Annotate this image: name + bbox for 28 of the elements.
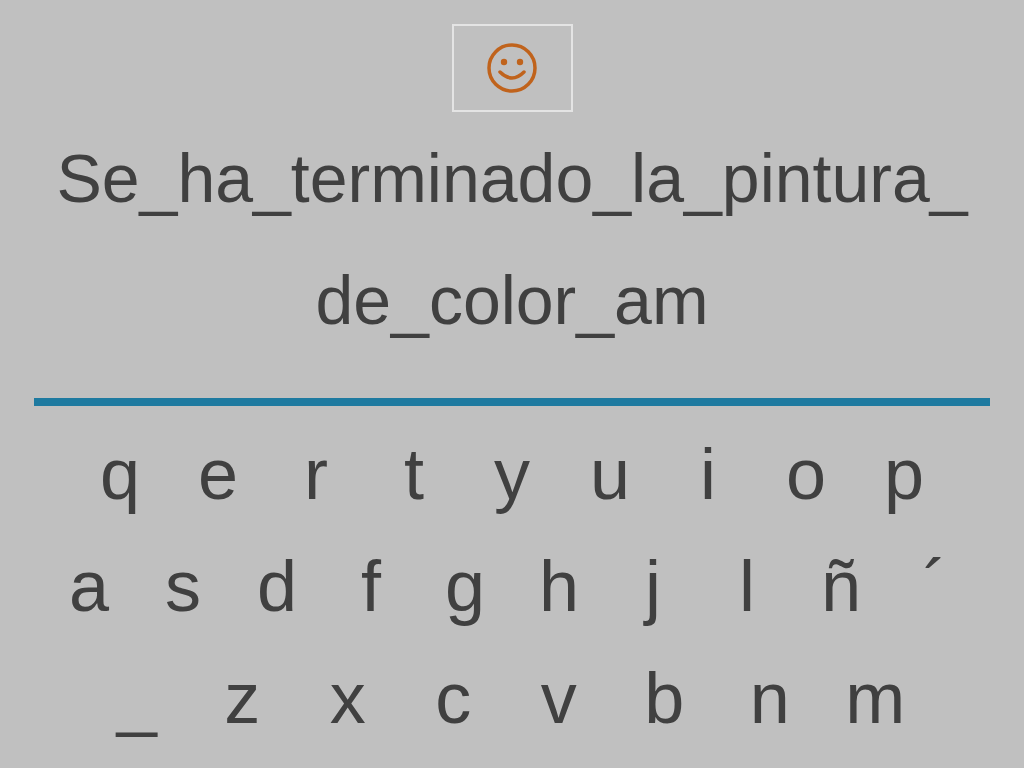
letter-key[interactable]: a xyxy=(42,530,136,642)
letter-key[interactable]: x xyxy=(295,642,401,754)
letter-key[interactable]: y xyxy=(463,418,561,530)
letter-key[interactable]: p xyxy=(855,418,953,530)
letter-key[interactable]: o xyxy=(757,418,855,530)
letter-key[interactable]: q xyxy=(71,418,169,530)
letter-key[interactable]: c xyxy=(400,642,506,754)
letter-key[interactable]: n xyxy=(717,642,823,754)
smiley-icon xyxy=(486,42,538,94)
letter-key[interactable]: b xyxy=(611,642,717,754)
letter-key[interactable]: ñ xyxy=(794,530,888,642)
letter-key[interactable]: h xyxy=(512,530,606,642)
letter-key[interactable]: r xyxy=(267,418,365,530)
letter-key[interactable]: j xyxy=(606,530,700,642)
letter-key[interactable]: u xyxy=(561,418,659,530)
letter-key[interactable]: _ xyxy=(84,642,190,754)
letter-key[interactable]: ´ xyxy=(888,530,982,642)
letter-key[interactable]: t xyxy=(365,418,463,530)
letter-key[interactable]: s xyxy=(136,530,230,642)
letter-key[interactable]: i xyxy=(659,418,757,530)
letter-key[interactable]: l xyxy=(700,530,794,642)
letter-key[interactable]: f xyxy=(324,530,418,642)
letter-key[interactable]: d xyxy=(230,530,324,642)
letter-key[interactable]: z xyxy=(189,642,295,754)
letter-key[interactable]: m xyxy=(822,642,928,754)
letter-key[interactable]: g xyxy=(418,530,512,642)
letter-key[interactable]: v xyxy=(506,642,612,754)
letter-key[interactable]: e xyxy=(169,418,267,530)
